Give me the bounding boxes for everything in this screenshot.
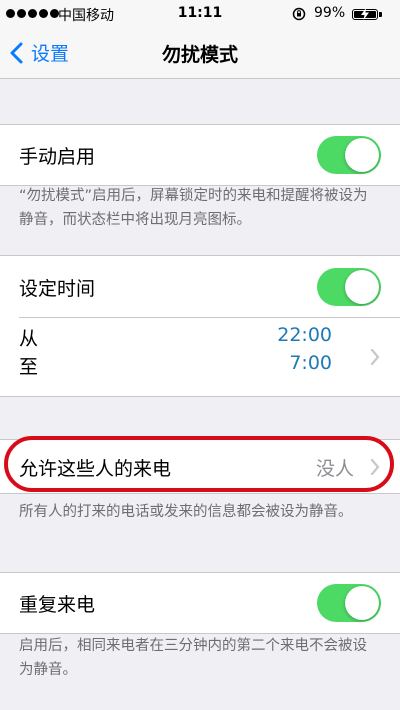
manual-footer: “勿扰模式”启用后，屏幕锁定时的来电和提醒将被设为静音，而状态栏中将出现月亮图标…: [19, 188, 368, 228]
chevron-right-icon: [370, 459, 380, 475]
allow-calls-value: 没人: [315, 458, 354, 480]
manual-toggle[interactable]: [317, 136, 381, 174]
rotation-lock-icon: [292, 7, 306, 21]
repeated-calls-label: 重复来电: [19, 594, 96, 616]
scheduled-label: 设定时间: [19, 278, 96, 300]
scheduled-group: 设定时间 从 至 22:00 7:00: [0, 255, 400, 397]
status-bar: 中国移动 11:11 99%: [0, 0, 400, 28]
repeated-calls-row: 重复来电: [0, 572, 400, 634]
from-time: 22:00: [277, 324, 332, 346]
to-time: 7:00: [289, 352, 332, 374]
from-label: 从: [19, 328, 39, 350]
chevron-right-icon: [370, 349, 380, 365]
repeated-calls-toggle[interactable]: [317, 584, 381, 622]
manual-row: 手动启用: [0, 124, 400, 186]
allow-calls-row[interactable]: 允许这些人的来电 没人: [0, 439, 400, 494]
page-title: 勿扰模式: [161, 44, 238, 66]
allow-calls-label: 允许这些人的来电: [19, 458, 172, 480]
scheduled-toggle[interactable]: [317, 268, 381, 306]
allow-calls-footer: 所有人的打来的电话或发来的信息都会被设为静音。: [19, 504, 353, 520]
battery-charging-icon: [352, 8, 382, 20]
manual-label: 手动启用: [19, 146, 96, 168]
repeated-calls-footer: 启用后，相同来电者在三分钟内的第二个来电不会被设为静音。: [19, 638, 367, 678]
navigation-bar: 设置 勿扰模式: [0, 28, 400, 79]
schedule-times-row[interactable]: 从 至 22:00 7:00: [0, 318, 400, 396]
battery-percent: 99%: [314, 5, 346, 21]
to-label: 至: [19, 356, 39, 378]
